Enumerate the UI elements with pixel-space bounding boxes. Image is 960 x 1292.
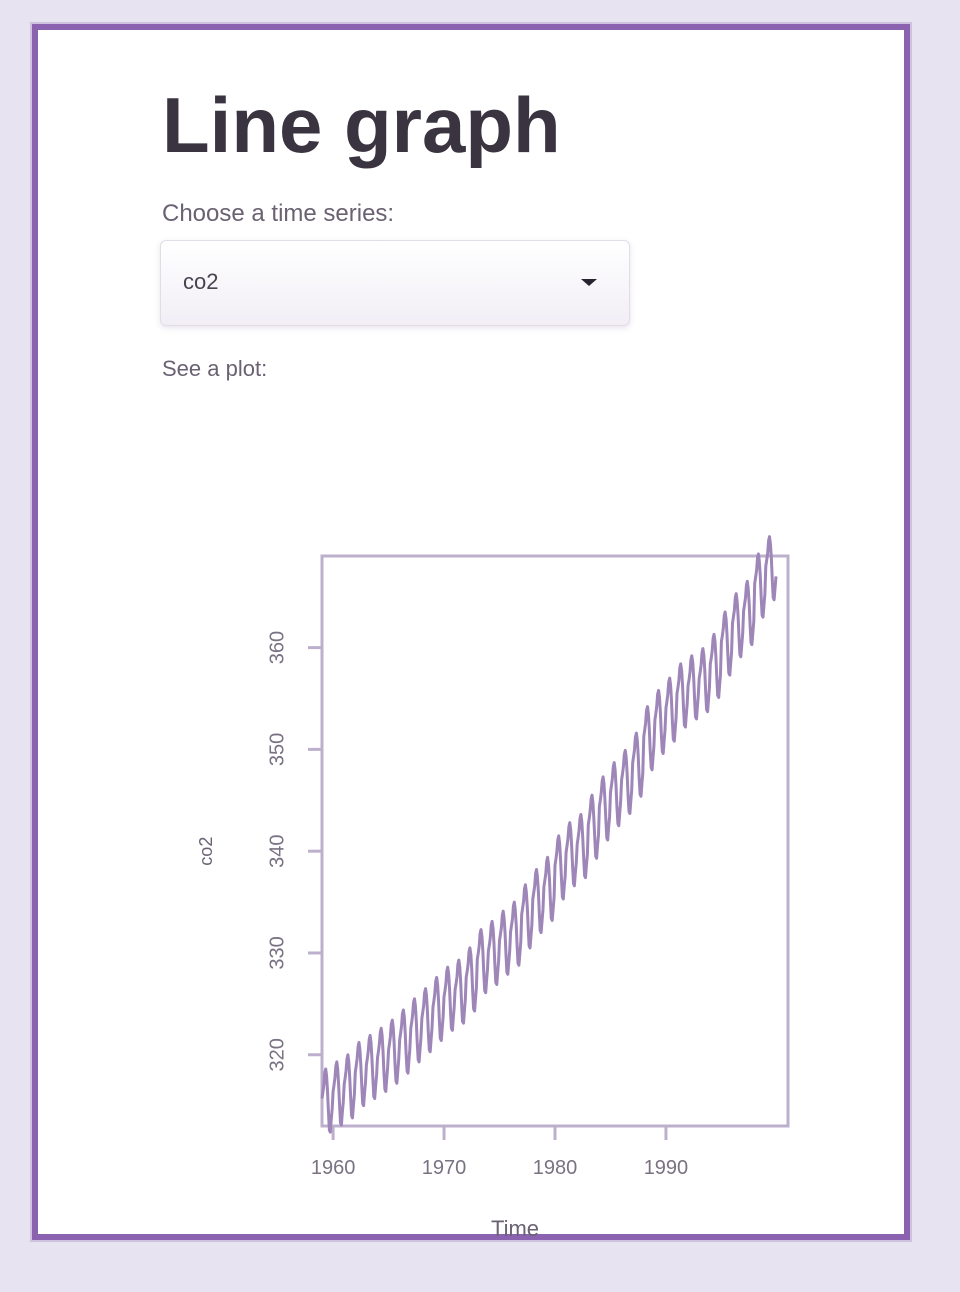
- y-tick-label: 330: [266, 936, 288, 969]
- x-axis-label: Time: [491, 1216, 539, 1241]
- y-axis-label: co2: [196, 837, 216, 866]
- y-tick-label: 360: [266, 631, 288, 664]
- x-tick-label: 1960: [311, 1157, 356, 1179]
- x-tick-label: 1990: [644, 1157, 689, 1179]
- time-series-select-value: co2: [183, 269, 219, 294]
- page-title: Line graph: [162, 81, 561, 169]
- app-frame: Line graph Choose a time series: co2 See…: [32, 24, 910, 1241]
- y-tick-label: 350: [266, 733, 288, 766]
- time-series-select[interactable]: co2: [160, 240, 630, 326]
- series-line-co2: [320, 535, 778, 1134]
- plot-label: See a plot:: [162, 356, 268, 381]
- caret-down-icon: [581, 279, 597, 286]
- line-chart: 1960 1970 1980 1990 320 330 340 350 360 Time co2: [196, 535, 790, 1241]
- x-tick-label: 1970: [422, 1157, 467, 1179]
- plot-frame: [320, 554, 790, 1128]
- y-tick-label: 340: [266, 834, 288, 867]
- x-tick-label: 1980: [533, 1157, 578, 1179]
- time-series-select-label: Choose a time series:: [162, 200, 395, 227]
- y-tick-label: 320: [266, 1038, 288, 1071]
